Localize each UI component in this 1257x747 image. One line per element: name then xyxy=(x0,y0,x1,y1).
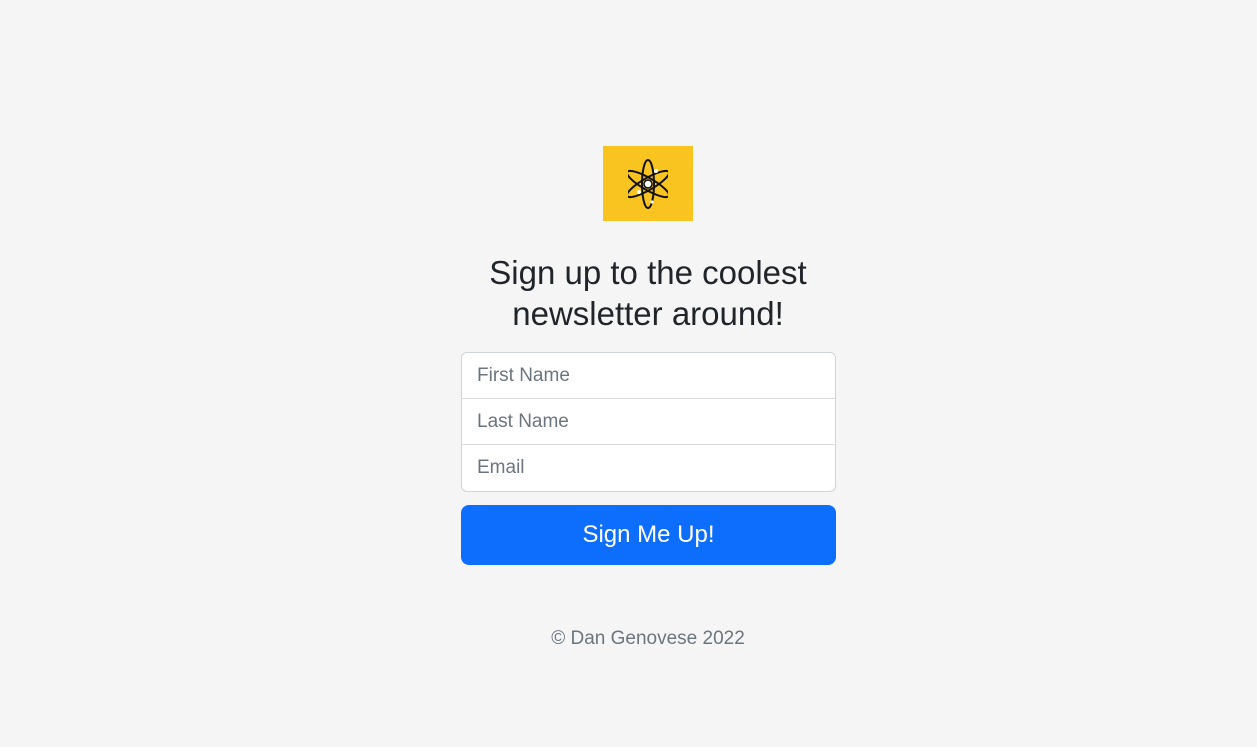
logo xyxy=(603,146,693,221)
first-name-input[interactable] xyxy=(462,353,835,399)
copyright-footer: © Dan Genovese 2022 xyxy=(551,628,745,649)
sign-me-up-button[interactable]: Sign Me Up! xyxy=(461,505,836,565)
signup-form xyxy=(461,352,836,492)
signup-page: Sign up to the coolest newsletter around… xyxy=(0,0,1257,747)
page-title: Sign up to the coolest newsletter around… xyxy=(489,254,807,332)
last-name-input[interactable] xyxy=(462,399,835,445)
email-input[interactable] xyxy=(462,445,835,491)
atom-icon xyxy=(628,158,668,209)
